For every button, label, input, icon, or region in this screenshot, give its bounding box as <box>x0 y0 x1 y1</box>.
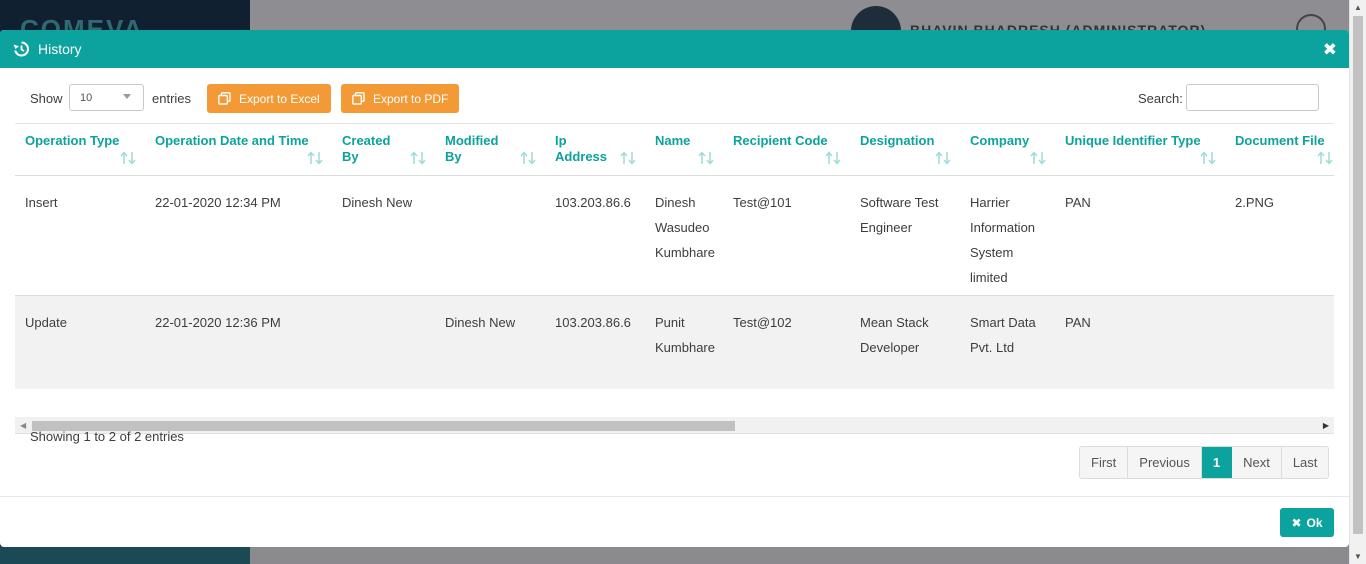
column-header[interactable]: Company <box>960 124 1055 176</box>
table-cell: Harrier Information System limited <box>960 175 1055 296</box>
scroll-left-icon[interactable]: ◀ <box>20 421 26 430</box>
column-header[interactable]: Designation <box>850 124 960 176</box>
sort-icon[interactable] <box>620 150 637 165</box>
column-header[interactable]: Ip Address <box>545 124 645 176</box>
scroll-down-icon[interactable]: ▼ <box>1354 552 1362 561</box>
history-modal: History ✖ Show 10 entries Export to Exce… <box>0 30 1349 547</box>
table-cell: Smart Data Pvt. Ltd <box>960 295 1055 389</box>
table-cell: Insert <box>15 175 145 296</box>
sort-icon[interactable] <box>410 150 427 165</box>
table-cell: Dinesh New <box>332 175 435 296</box>
table-cell: 2.PNG <box>1225 175 1334 296</box>
table-info: Showing 1 to 2 of 2 entries <box>30 429 184 444</box>
column-header[interactable]: Unique Identifier Type <box>1055 124 1225 176</box>
sort-icon[interactable] <box>307 150 324 165</box>
close-icon[interactable]: ✖ <box>1323 40 1337 60</box>
history-icon <box>12 40 30 58</box>
table-cell: 22-01-2020 12:34 PM <box>145 175 332 296</box>
scroll-right-icon[interactable]: ▶ <box>1323 421 1329 430</box>
chevron-down-icon <box>123 94 131 99</box>
column-header[interactable]: Created By <box>332 124 435 176</box>
sort-icon[interactable] <box>935 150 952 165</box>
column-header[interactable]: Modified By <box>435 124 545 176</box>
copy-icon <box>352 92 365 105</box>
sort-icon[interactable] <box>1317 150 1334 165</box>
table-row: Update 22-01-2020 12:36 PM Dinesh New 10… <box>15 295 1334 389</box>
copy-icon <box>218 92 231 105</box>
history-table: Operation Type Operation Date and Time C… <box>15 124 1334 389</box>
export-pdf-label: Export to PDF <box>373 91 449 106</box>
table-cell <box>332 295 435 389</box>
sort-icon[interactable] <box>698 150 715 165</box>
pagination: First Previous 1 Next Last <box>1079 446 1330 479</box>
column-header[interactable]: Name <box>645 124 723 176</box>
sort-icon[interactable] <box>1200 150 1217 165</box>
table-cell: 22-01-2020 12:36 PM <box>145 295 332 389</box>
sort-icon[interactable] <box>1030 150 1047 165</box>
export-excel-button[interactable]: Export to Excel <box>207 84 331 113</box>
table-row: Insert 22-01-2020 12:34 PM Dinesh New 10… <box>15 175 1334 296</box>
background-bottom <box>250 546 1350 564</box>
export-excel-label: Export to Excel <box>239 91 320 106</box>
table-cell: Punit Kumbhare <box>645 295 723 389</box>
entries-label: entries <box>152 91 192 106</box>
pagination-previous[interactable]: Previous <box>1128 447 1202 478</box>
sort-icon[interactable] <box>825 150 842 165</box>
sort-icon[interactable] <box>120 150 137 165</box>
table-cell: 103.203.86.6 <box>545 295 645 389</box>
entries-select-value: 10 <box>80 92 93 104</box>
modal-header: History ✖ <box>0 30 1349 68</box>
table-horizontal-scrollbar[interactable]: ◀ ▶ <box>15 417 1334 434</box>
column-header[interactable]: Recipient Code <box>723 124 850 176</box>
show-label: Show <box>30 91 63 106</box>
ok-button[interactable]: ✖ Ok <box>1280 508 1334 537</box>
table-cell <box>1225 295 1334 389</box>
table-header-row: Operation Type Operation Date and Time C… <box>15 124 1334 176</box>
close-icon: ✖ <box>1291 515 1302 530</box>
scroll-up-icon[interactable]: ▲ <box>1354 3 1362 12</box>
table-cell: Dinesh New <box>435 295 545 389</box>
page-scrollbar[interactable]: ▲ ▼ <box>1349 0 1366 564</box>
table-cell: PAN <box>1055 295 1225 389</box>
pagination-next[interactable]: Next <box>1232 447 1282 478</box>
modal-title: History <box>38 41 82 57</box>
column-header[interactable]: Document File <box>1225 124 1334 176</box>
table-cell: Mean Stack Developer <box>850 295 960 389</box>
table-cell: PAN <box>1055 175 1225 296</box>
column-header[interactable]: Operation Type <box>15 124 145 176</box>
pagination-page[interactable]: 1 <box>1201 447 1233 478</box>
pagination-first[interactable]: First <box>1080 447 1129 478</box>
sort-icon[interactable] <box>520 150 537 165</box>
search-label: Search: <box>1138 91 1183 106</box>
table-cell: 103.203.86.6 <box>545 175 645 296</box>
background-sidebar-footer <box>0 546 250 564</box>
entries-select[interactable]: 10 <box>69 84 144 111</box>
history-table-container: Operation Type Operation Date and Time C… <box>15 123 1334 405</box>
table-cell: Test@102 <box>723 295 850 389</box>
pagination-last[interactable]: Last <box>1281 447 1329 478</box>
column-header[interactable]: Operation Date and Time <box>145 124 332 176</box>
table-cell <box>435 175 545 296</box>
search-input[interactable] <box>1186 84 1319 111</box>
table-cell: Dinesh Wasudeo Kumbhare <box>645 175 723 296</box>
table-cell: Update <box>15 295 145 389</box>
export-pdf-button[interactable]: Export to PDF <box>341 84 460 113</box>
table-toolbar: Show 10 entries Export to Excel Export t… <box>0 84 1349 114</box>
table-cell: Test@101 <box>723 175 850 296</box>
page-scrollbar-thumb[interactable] <box>1353 16 1363 534</box>
modal-footer: ✖ Ok <box>0 496 1349 547</box>
table-cell: Software Test Engineer <box>850 175 960 296</box>
ok-label: Ok <box>1306 515 1323 530</box>
